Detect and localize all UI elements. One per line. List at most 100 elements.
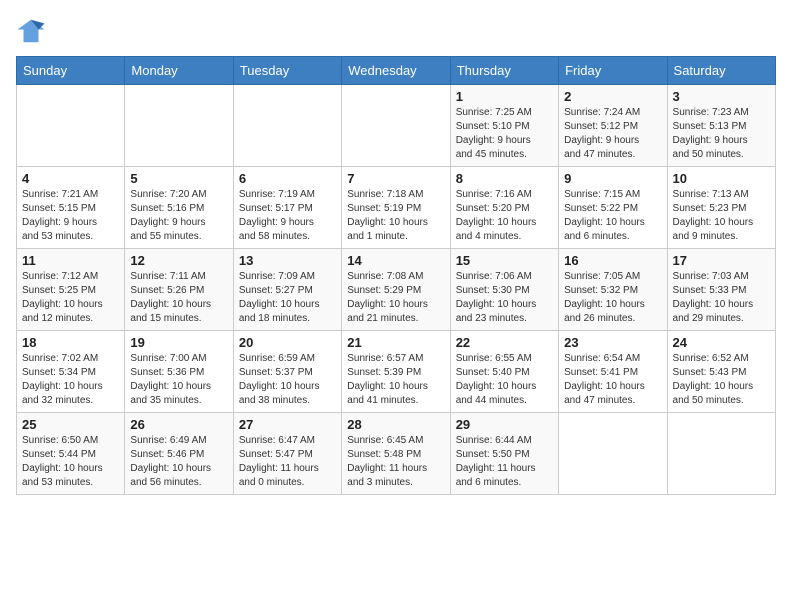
calendar-cell: 5 Sunrise: 7:20 AM Sunset: 5:16 PM Daylig… (125, 167, 233, 249)
calendar-cell: 8 Sunrise: 7:16 AM Sunset: 5:20 PM Daylig… (450, 167, 558, 249)
day-number: 12 (130, 253, 227, 268)
calendar-cell: 17 Sunrise: 7:03 AM Sunset: 5:33 PM Dayli… (667, 249, 775, 331)
day-number: 16 (564, 253, 661, 268)
calendar-cell: 1 Sunrise: 7:25 AM Sunset: 5:10 PM Daylig… (450, 85, 558, 167)
calendar-cell (233, 85, 341, 167)
day-info: Sunrise: 7:09 AM Sunset: 5:27 PM Dayligh… (239, 270, 336, 326)
day-info: Sunrise: 7:11 AM Sunset: 5:26 PM Dayligh… (130, 270, 227, 326)
logo-icon (16, 16, 46, 46)
day-info: Sunrise: 7:23 AM Sunset: 5:13 PM Dayligh… (673, 106, 770, 162)
day-number: 2 (564, 89, 661, 104)
day-info: Sunrise: 6:52 AM Sunset: 5:43 PM Dayligh… (673, 352, 770, 408)
week-row-1: 1 Sunrise: 7:25 AM Sunset: 5:10 PM Daylig… (17, 85, 776, 167)
day-number: 4 (22, 171, 119, 186)
calendar-cell: 23Sunrise: 6:54 AM Sunset: 5:41 PM Dayli… (559, 331, 667, 413)
day-number: 20 (239, 335, 336, 350)
calendar-cell (559, 413, 667, 495)
day-number: 7 (347, 171, 444, 186)
day-number: 19 (130, 335, 227, 350)
calendar-cell: 7 Sunrise: 7:18 AM Sunset: 5:19 PM Daylig… (342, 167, 450, 249)
day-number: 15 (456, 253, 553, 268)
calendar-cell: 11 Sunrise: 7:12 AM Sunset: 5:25 PM Dayli… (17, 249, 125, 331)
day-number: 9 (564, 171, 661, 186)
calendar-cell: 10 Sunrise: 7:13 AM Sunset: 5:23 PM Dayli… (667, 167, 775, 249)
calendar-cell (125, 85, 233, 167)
calendar-cell: 6Sunrise: 7:19 AM Sunset: 5:17 PM Daylig… (233, 167, 341, 249)
day-info: Sunrise: 7:16 AM Sunset: 5:20 PM Dayligh… (456, 188, 553, 244)
calendar-cell: 27 Sunrise: 6:47 AM Sunset: 5:47 PM Dayli… (233, 413, 341, 495)
calendar-cell: 3 Sunrise: 7:23 AM Sunset: 5:13 PM Daylig… (667, 85, 775, 167)
day-number: 3 (673, 89, 770, 104)
calendar-cell: 28 Sunrise: 6:45 AM Sunset: 5:48 PM Dayli… (342, 413, 450, 495)
day-info: Sunrise: 6:55 AM Sunset: 5:40 PM Dayligh… (456, 352, 553, 408)
calendar-cell: 15Sunrise: 7:06 AM Sunset: 5:30 PM Dayli… (450, 249, 558, 331)
day-number: 25 (22, 417, 119, 432)
logo (16, 16, 50, 46)
calendar-cell: 24 Sunrise: 6:52 AM Sunset: 5:43 PM Dayli… (667, 331, 775, 413)
day-info: Sunrise: 7:21 AM Sunset: 5:15 PM Dayligh… (22, 188, 119, 244)
day-info: Sunrise: 6:44 AM Sunset: 5:50 PM Dayligh… (456, 434, 553, 490)
day-number: 14 (347, 253, 444, 268)
calendar-cell: 14 Sunrise: 7:08 AM Sunset: 5:29 PM Dayli… (342, 249, 450, 331)
day-number: 22 (456, 335, 553, 350)
day-number: 28 (347, 417, 444, 432)
day-number: 11 (22, 253, 119, 268)
weekday-header-tuesday: Tuesday (233, 57, 341, 85)
calendar-cell: 12 Sunrise: 7:11 AM Sunset: 5:26 PM Dayli… (125, 249, 233, 331)
day-info: Sunrise: 6:57 AM Sunset: 5:39 PM Dayligh… (347, 352, 444, 408)
day-info: Sunrise: 7:13 AM Sunset: 5:23 PM Dayligh… (673, 188, 770, 244)
day-number: 1 (456, 89, 553, 104)
day-number: 24 (673, 335, 770, 350)
day-info: Sunrise: 6:49 AM Sunset: 5:46 PM Dayligh… (130, 434, 227, 490)
calendar-cell (342, 85, 450, 167)
weekday-header-row: SundayMondayTuesdayWednesdayThursdayFrid… (17, 57, 776, 85)
day-info: Sunrise: 7:15 AM Sunset: 5:22 PM Dayligh… (564, 188, 661, 244)
weekday-header-monday: Monday (125, 57, 233, 85)
day-info: Sunrise: 6:47 AM Sunset: 5:47 PM Dayligh… (239, 434, 336, 490)
day-number: 29 (456, 417, 553, 432)
day-info: Sunrise: 7:08 AM Sunset: 5:29 PM Dayligh… (347, 270, 444, 326)
day-number: 10 (673, 171, 770, 186)
calendar-cell (17, 85, 125, 167)
calendar-cell (667, 413, 775, 495)
day-number: 17 (673, 253, 770, 268)
day-number: 5 (130, 171, 227, 186)
calendar-cell: 22 Sunrise: 6:55 AM Sunset: 5:40 PM Dayli… (450, 331, 558, 413)
calendar-cell: 13 Sunrise: 7:09 AM Sunset: 5:27 PM Dayli… (233, 249, 341, 331)
calendar-cell: 25 Sunrise: 6:50 AM Sunset: 5:44 PM Dayli… (17, 413, 125, 495)
calendar-cell: 18Sunrise: 7:02 AM Sunset: 5:34 PM Dayli… (17, 331, 125, 413)
day-info: Sunrise: 7:25 AM Sunset: 5:10 PM Dayligh… (456, 106, 553, 162)
calendar-cell: 20 Sunrise: 6:59 AM Sunset: 5:37 PM Dayli… (233, 331, 341, 413)
day-info: Sunrise: 7:18 AM Sunset: 5:19 PM Dayligh… (347, 188, 444, 244)
weekday-header-thursday: Thursday (450, 57, 558, 85)
calendar-cell: 21 Sunrise: 6:57 AM Sunset: 5:39 PM Dayli… (342, 331, 450, 413)
day-number: 27 (239, 417, 336, 432)
day-number: 21 (347, 335, 444, 350)
weekday-header-friday: Friday (559, 57, 667, 85)
calendar-cell: 4 Sunrise: 7:21 AM Sunset: 5:15 PM Daylig… (17, 167, 125, 249)
day-info: Sunrise: 6:50 AM Sunset: 5:44 PM Dayligh… (22, 434, 119, 490)
week-row-5: 25 Sunrise: 6:50 AM Sunset: 5:44 PM Dayli… (17, 413, 776, 495)
day-info: Sunrise: 7:19 AM Sunset: 5:17 PM Dayligh… (239, 188, 336, 244)
day-info: Sunrise: 7:05 AM Sunset: 5:32 PM Dayligh… (564, 270, 661, 326)
day-info: Sunrise: 6:45 AM Sunset: 5:48 PM Dayligh… (347, 434, 444, 490)
day-info: Sunrise: 7:12 AM Sunset: 5:25 PM Dayligh… (22, 270, 119, 326)
week-row-4: 18Sunrise: 7:02 AM Sunset: 5:34 PM Dayli… (17, 331, 776, 413)
calendar-cell: 16 Sunrise: 7:05 AM Sunset: 5:32 PM Dayli… (559, 249, 667, 331)
day-number: 23 (564, 335, 661, 350)
page-header (16, 16, 776, 46)
day-info: Sunrise: 6:59 AM Sunset: 5:37 PM Dayligh… (239, 352, 336, 408)
week-row-2: 4 Sunrise: 7:21 AM Sunset: 5:15 PM Daylig… (17, 167, 776, 249)
calendar-table: SundayMondayTuesdayWednesdayThursdayFrid… (16, 56, 776, 495)
day-number: 13 (239, 253, 336, 268)
calendar-cell: 26 Sunrise: 6:49 AM Sunset: 5:46 PM Dayli… (125, 413, 233, 495)
week-row-3: 11 Sunrise: 7:12 AM Sunset: 5:25 PM Dayli… (17, 249, 776, 331)
day-info: Sunrise: 7:00 AM Sunset: 5:36 PM Dayligh… (130, 352, 227, 408)
day-info: Sunrise: 7:03 AM Sunset: 5:33 PM Dayligh… (673, 270, 770, 326)
day-info: Sunrise: 7:02 AM Sunset: 5:34 PM Dayligh… (22, 352, 119, 408)
weekday-header-saturday: Saturday (667, 57, 775, 85)
day-info: Sunrise: 7:24 AM Sunset: 5:12 PM Dayligh… (564, 106, 661, 162)
day-info: Sunrise: 7:20 AM Sunset: 5:16 PM Dayligh… (130, 188, 227, 244)
day-number: 8 (456, 171, 553, 186)
day-number: 26 (130, 417, 227, 432)
